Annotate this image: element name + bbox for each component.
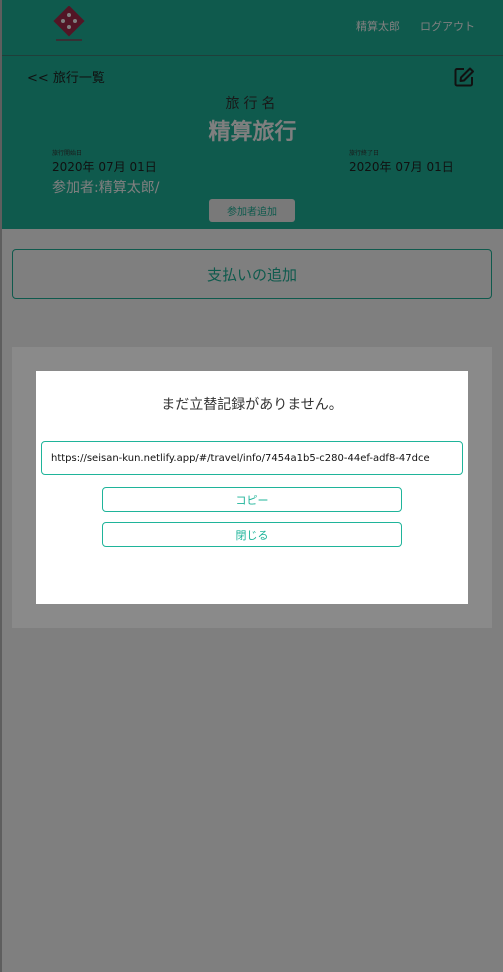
no-records-message: まだ立替記録がありません。 <box>161 397 343 413</box>
copy-url-instruction: 以下URLをコピーして参加者に送信しよう！ <box>92 421 412 440</box>
close-button[interactable]: 閉じる <box>102 522 402 547</box>
copy-button[interactable]: コピー <box>102 487 402 512</box>
share-url-field[interactable] <box>41 441 463 475</box>
